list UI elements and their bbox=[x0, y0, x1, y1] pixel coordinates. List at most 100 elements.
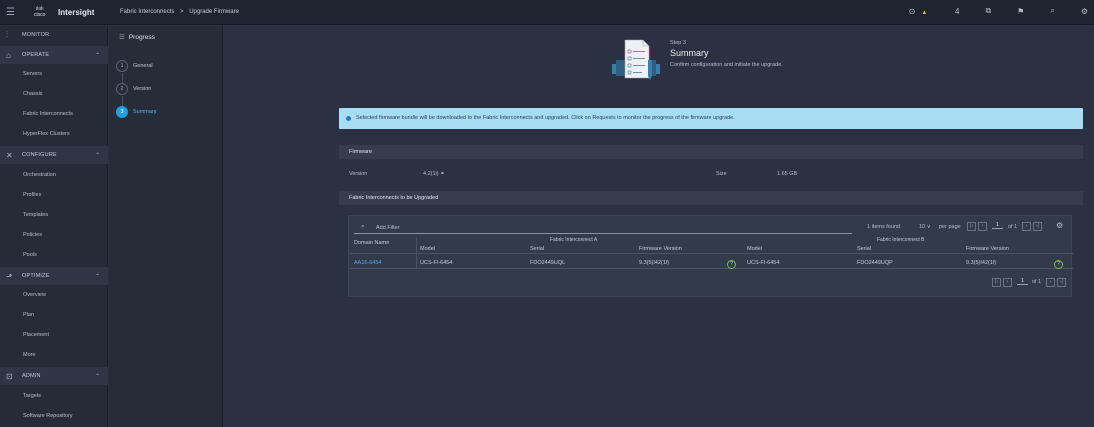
col-a-model[interactable]: Model bbox=[420, 246, 435, 252]
sidebar-section-monitor[interactable]: ⫶ MONITOR bbox=[0, 26, 108, 44]
search-icon: ⌕ bbox=[361, 223, 365, 230]
b-fw: 9.3(5)I42(1f) bbox=[966, 260, 997, 266]
bottom-first-page-button[interactable]: |‹ bbox=[992, 278, 1001, 287]
chevron-up-icon: ⌃ bbox=[94, 152, 100, 159]
size-value: 1.65 GB bbox=[777, 171, 798, 177]
table-row: AA16-6454 UCS-FI-6454 FDO2449UQL 9.3(5)I… bbox=[349, 256, 1073, 269]
col-a-fw[interactable]: Firmware Version bbox=[639, 246, 682, 252]
main-content: Step 3 Summary Confirm configuration and… bbox=[224, 26, 1094, 427]
sidebar-item-software-repository[interactable]: Software Repository bbox=[23, 413, 73, 419]
page-input[interactable]: 1 bbox=[992, 222, 1003, 229]
page-of: of 1 bbox=[1008, 224, 1018, 230]
info-banner: Selected firmware bundle will be downloa… bbox=[339, 108, 1083, 129]
info-icon bbox=[346, 116, 351, 121]
sidebar-item-orchestration[interactable]: Orchestration bbox=[23, 172, 56, 178]
sidebar: ⫶ MONITOR ⌂ OPERATE ⌃ Servers Chassis Fa… bbox=[0, 26, 108, 427]
wrench-icon: ✕ bbox=[6, 150, 13, 160]
sidebar-item-overview[interactable]: Overview bbox=[23, 292, 46, 298]
group-b-header: Fabric Interconnect B bbox=[877, 237, 925, 243]
a-fw: 9.3(5)I42(1f) bbox=[639, 260, 670, 266]
top-bar: ☰ ılıılı cisco Intersight Fabric Interco… bbox=[0, 0, 1094, 25]
progress-title: ☰ Progress bbox=[119, 34, 155, 41]
checklist-document-icon bbox=[612, 39, 660, 80]
firmware-details: Version 4.2(1i) ⚭ Size 1.65 GB bbox=[339, 168, 1083, 182]
sidebar-item-fabric-interconnects[interactable]: Fabric Interconnects bbox=[23, 111, 73, 117]
per-page-label: per page bbox=[939, 224, 961, 230]
last-page-button[interactable]: ›| bbox=[1033, 222, 1042, 231]
col-b-model[interactable]: Model bbox=[747, 246, 762, 252]
first-page-button[interactable]: |‹ bbox=[967, 222, 976, 231]
chart-icon: ⬏ bbox=[6, 271, 13, 281]
firmware-section-header: Firmware bbox=[339, 145, 1083, 159]
fi-table: ⌕ 1 items found 10 ∨ per page |‹ ‹ 1 of … bbox=[348, 215, 1073, 297]
domain-link[interactable]: AA16-6454 bbox=[354, 260, 382, 266]
group-a-header: Fabric Interconnect A bbox=[550, 237, 598, 243]
breadcrumb-current: Upgrade Firmware bbox=[189, 9, 239, 15]
menu-icon[interactable]: ☰ bbox=[6, 7, 15, 18]
monitor-icon: ⫶ bbox=[6, 30, 8, 39]
page-subtitle: Confirm configuration and initiate the u… bbox=[670, 62, 783, 68]
fi-section-header: Fabric Interconnects to be Upgraded bbox=[339, 191, 1083, 205]
bottom-prev-page-button[interactable]: ‹ bbox=[1003, 278, 1012, 287]
col-domain[interactable]: Domain Name bbox=[354, 240, 389, 246]
a-model: UCS-FI-6454 bbox=[420, 260, 453, 266]
sidebar-item-profiles[interactable]: Profiles bbox=[23, 192, 41, 198]
prev-page-button[interactable]: ‹ bbox=[978, 222, 987, 231]
requests-icon[interactable]: ⧉ bbox=[985, 6, 991, 16]
progress-panel: ☰ Progress 1 General 2 Version 3 Summary bbox=[109, 26, 223, 427]
gear-icon[interactable]: ⚙ bbox=[1056, 221, 1063, 230]
bottom-next-page-button[interactable]: › bbox=[1046, 278, 1055, 287]
sidebar-item-templates[interactable]: Templates bbox=[23, 212, 48, 218]
col-b-serial[interactable]: Serial bbox=[857, 246, 871, 252]
b-model: UCS-FI-6454 bbox=[747, 260, 780, 266]
bottom-page-of: of 1 bbox=[1032, 279, 1042, 285]
sidebar-item-servers[interactable]: Servers bbox=[23, 71, 42, 77]
sidebar-section-operate[interactable]: ⌂ OPERATE ⌃ bbox=[0, 46, 108, 64]
banner-text: Selected firmware bundle will be downloa… bbox=[356, 115, 735, 121]
cisco-logo: ılıılı cisco bbox=[34, 6, 46, 18]
sidebar-item-chassis[interactable]: Chassis bbox=[23, 91, 43, 97]
sidebar-item-targets[interactable]: Targets bbox=[23, 393, 41, 399]
breadcrumb-parent[interactable]: Fabric Interconnects bbox=[120, 9, 174, 15]
step-summary[interactable]: 3 Summary bbox=[116, 106, 216, 120]
sidebar-item-policies[interactable]: Policies bbox=[23, 232, 42, 238]
sidebar-item-hyperflex-clusters[interactable]: HyperFlex Clusters bbox=[23, 131, 70, 137]
chevron-up-icon: ⌃ bbox=[94, 273, 100, 280]
step-general[interactable]: 1 General bbox=[116, 60, 216, 74]
next-page-button[interactable]: › bbox=[1022, 222, 1031, 231]
step-version[interactable]: 2 Version bbox=[116, 83, 216, 97]
sidebar-item-plan[interactable]: Plan bbox=[23, 312, 34, 318]
sidebar-item-pools[interactable]: Pools bbox=[23, 252, 37, 258]
topbar-icons: ⊙ ▲ 4 ⧉ ⚑ ⌕ ⚙ bbox=[909, 6, 1088, 16]
admin-icon: ⊡ bbox=[6, 371, 13, 381]
col-a-serial[interactable]: Serial bbox=[530, 246, 544, 252]
target-icon[interactable]: ⊙ bbox=[909, 7, 916, 16]
bottom-page-input[interactable]: 1 bbox=[1017, 278, 1028, 285]
a-serial: FDO2449UQL bbox=[530, 260, 566, 266]
status-ok-icon: ? bbox=[1054, 260, 1063, 269]
page-title: Summary bbox=[670, 48, 709, 58]
sidebar-section-configure[interactable]: ✕ CONFIGURE ⌃ bbox=[0, 146, 108, 164]
sidebar-item-placement[interactable]: Placement bbox=[23, 332, 49, 338]
search-icon[interactable]: ⌕ bbox=[1050, 6, 1054, 16]
b-serial: FDO2449UQP bbox=[857, 260, 893, 266]
sidebar-section-admin[interactable]: ⊡ ADMIN ⌃ bbox=[0, 367, 108, 385]
column-header-row: Domain Name Model Serial Firmware Versio… bbox=[349, 240, 1073, 254]
status-ok-icon: ? bbox=[727, 260, 736, 269]
sidebar-section-optimize[interactable]: ⬏ OPTIMIZE ⌃ bbox=[0, 267, 108, 285]
announcement-icon[interactable]: ⚑ bbox=[1017, 7, 1024, 16]
gear-icon[interactable]: ⚙ bbox=[1081, 7, 1088, 16]
col-b-fw[interactable]: Firmware Version bbox=[966, 246, 1009, 252]
chevron-up-icon: ⌃ bbox=[94, 373, 100, 380]
group-header-row: Fabric Interconnect A Fabric Interconnec… bbox=[349, 237, 1073, 245]
bottom-last-page-button[interactable]: ›| bbox=[1057, 278, 1066, 287]
sidebar-item-more[interactable]: More bbox=[23, 352, 36, 358]
alert-icon[interactable]: ▲ 4 bbox=[921, 7, 959, 16]
version-label: Version bbox=[349, 171, 368, 177]
filter-bar: ⌕ bbox=[354, 221, 852, 234]
per-page-select[interactable]: 10 ∨ bbox=[919, 224, 931, 230]
items-found: 1 items found bbox=[867, 224, 901, 230]
breadcrumb: Fabric Interconnects > Upgrade Firmware bbox=[120, 9, 239, 15]
step-number: Step 3 bbox=[670, 40, 686, 46]
filter-input[interactable] bbox=[376, 223, 826, 232]
